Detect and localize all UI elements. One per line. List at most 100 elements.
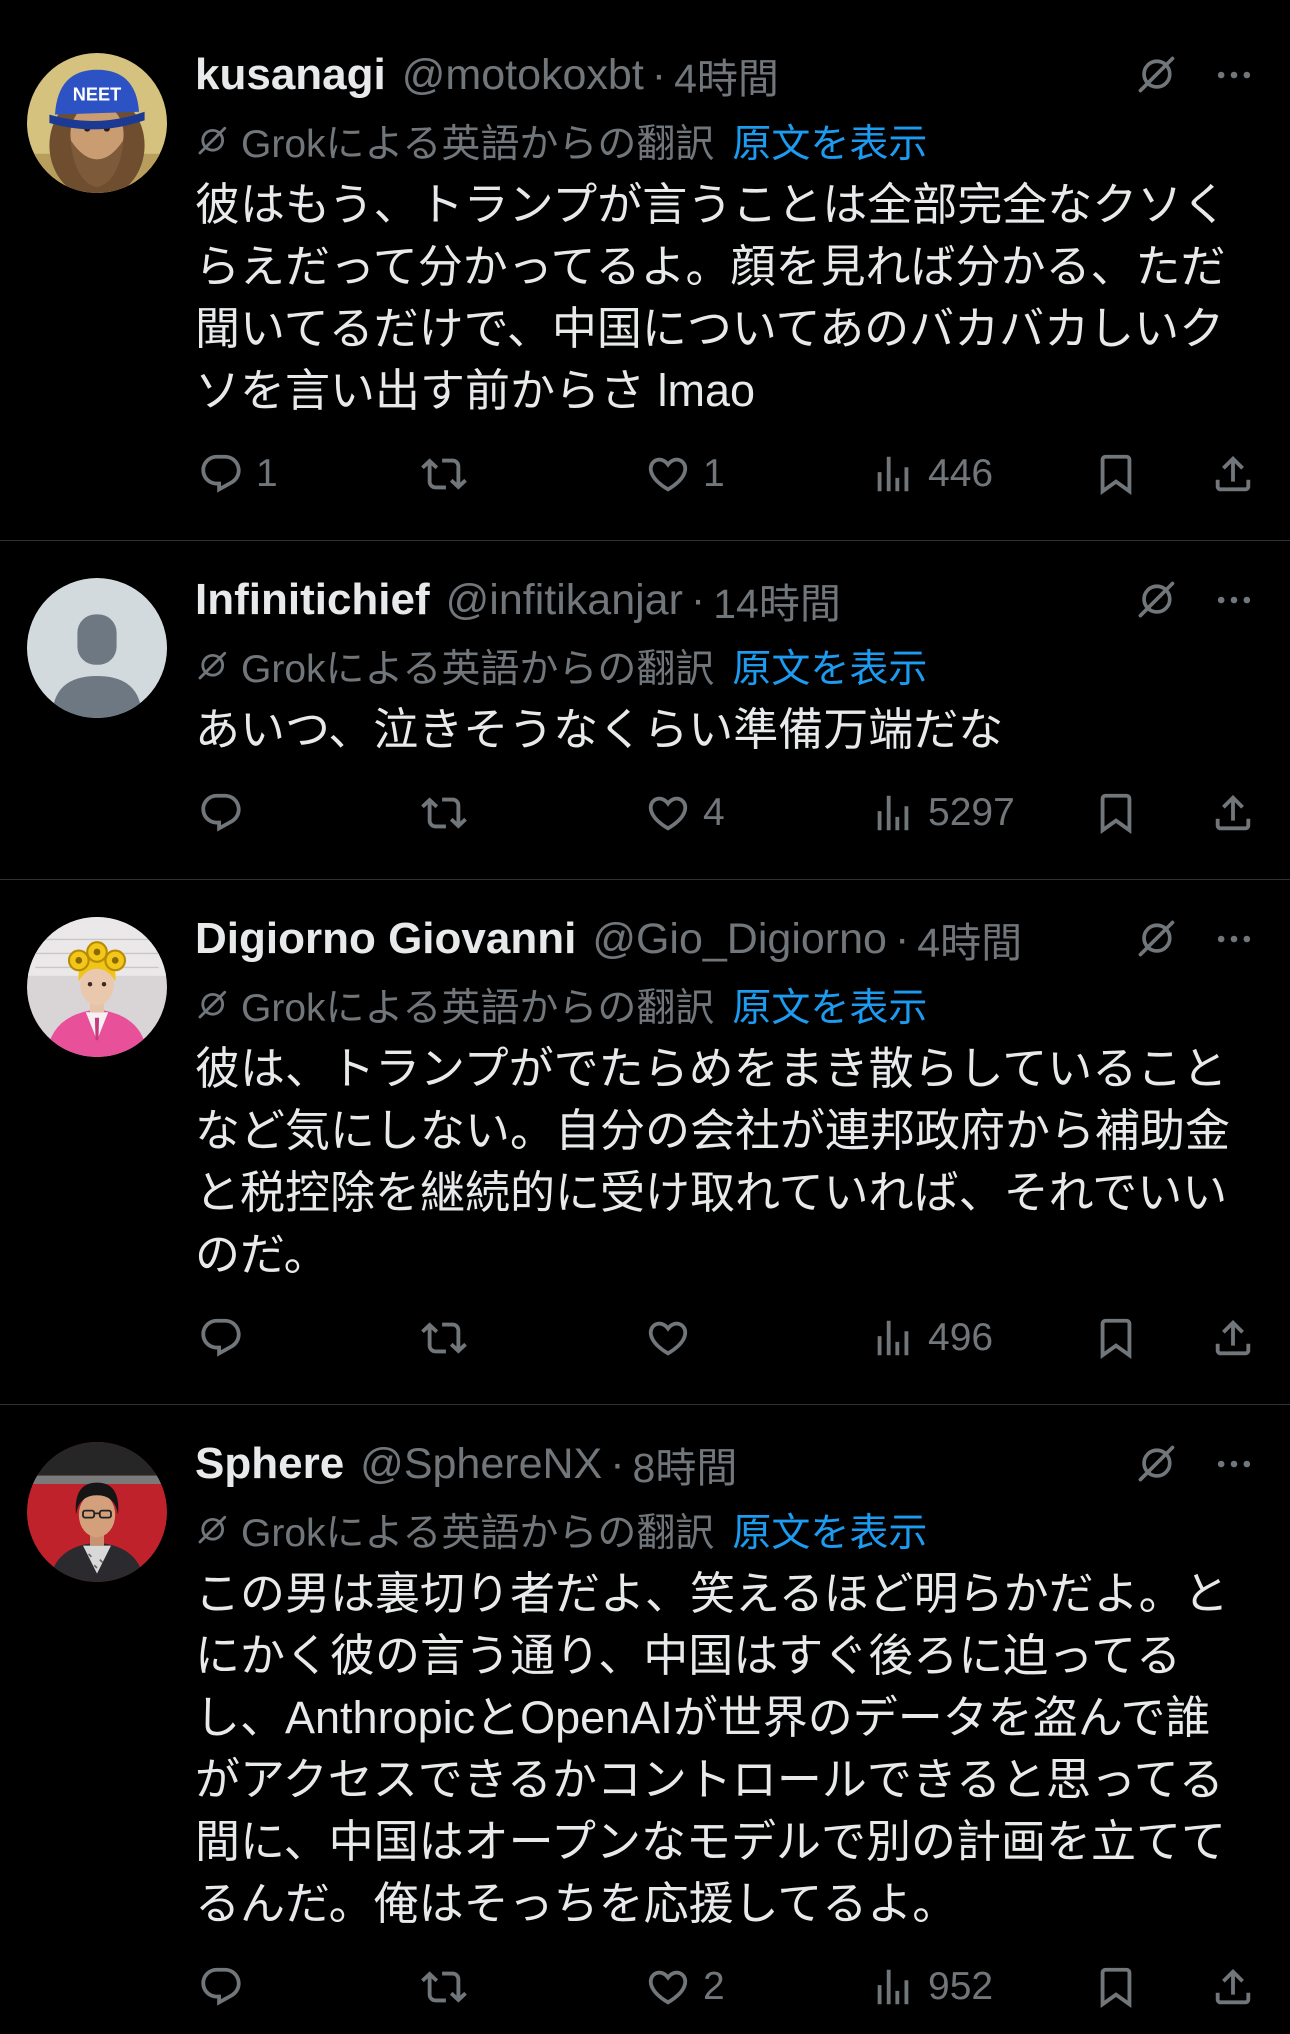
- views-count: 446: [928, 452, 994, 495]
- retweet-button[interactable]: [421, 1310, 467, 1366]
- more-button[interactable]: [1212, 1442, 1256, 1486]
- tweet-text-line: 間に、中国はオープンなモデルで別の計画を立てて: [195, 1816, 1226, 1867]
- display-name[interactable]: Sphere: [195, 1439, 344, 1489]
- timestamp[interactable]: 4時間: [917, 909, 1022, 969]
- views-button[interactable]: 952: [870, 1959, 993, 2015]
- timestamp[interactable]: 4時間: [674, 45, 779, 105]
- grok-button[interactable]: [1134, 1442, 1178, 1486]
- tweet-header: Sphere @SphereNX · 8時間: [195, 1431, 1290, 1497]
- translation-label: Grokによる英語からの翻訳: [241, 1512, 715, 1555]
- like-icon: [645, 1315, 691, 1361]
- more-icon: [1212, 578, 1256, 622]
- tweet-text-line: 聞いてるだけで、中国についてあのバカバカしいク: [195, 303, 1225, 354]
- bookmark-button[interactable]: [1093, 785, 1139, 841]
- show-original-link[interactable]: 原文を表示: [732, 977, 927, 1033]
- views-button[interactable]: 5297: [870, 785, 1015, 841]
- translation-bar: Grokによる英語からの翻訳 原文を表示: [195, 108, 1290, 174]
- share-button[interactable]: [1210, 446, 1256, 502]
- like-icon: [645, 790, 691, 836]
- avatar[interactable]: [27, 917, 167, 1057]
- tweet-text-line: ソを言い出す前からさ lmao: [195, 365, 756, 416]
- reply-count: 1: [256, 452, 278, 495]
- grok-icon: [1134, 917, 1178, 961]
- share-button[interactable]: [1210, 1310, 1256, 1366]
- more-icon: [1212, 917, 1256, 961]
- separator-dot: ·: [610, 1439, 625, 1488]
- default-avatar-image: [27, 578, 167, 718]
- views-icon: [870, 1964, 916, 2010]
- retweet-icon: [421, 451, 467, 497]
- tweet-text-line: にかく彼の言う通り、中国はすぐ後ろに迫ってる: [195, 1630, 1181, 1681]
- more-button[interactable]: [1212, 53, 1256, 97]
- avatar-cap-text: NEET: [73, 85, 122, 105]
- display-name[interactable]: Digiorno Giovanni: [195, 914, 576, 964]
- translation-bar: Grokによる英語からの翻訳 原文を表示: [195, 633, 1290, 699]
- handle[interactable]: @infitikanjar: [446, 576, 683, 625]
- timestamp[interactable]: 14時間: [713, 570, 841, 630]
- retweet-icon: [421, 1315, 467, 1361]
- like-button[interactable]: 2: [645, 1959, 725, 2015]
- grok-icon: [195, 124, 229, 158]
- tweet-text: あいつ、泣きそうなくらい準備万端だな: [195, 699, 1285, 761]
- separator-dot: ·: [651, 50, 667, 99]
- avatar-image: [27, 917, 167, 1057]
- tweet-text-line: この男は裏切り者だよ、笑えるほど明らかだよ。と: [195, 1568, 1229, 1619]
- like-button[interactable]: 1: [645, 446, 725, 502]
- handle[interactable]: @SphereNX: [360, 1440, 602, 1489]
- bookmark-icon: [1093, 1964, 1139, 2010]
- tweet-text-line: がアクセスできるかコントロールできると思ってる: [195, 1754, 1224, 1805]
- tweet[interactable]: NEET kusanagi @motokoxbt · 4時間 Grokによる英語…: [0, 0, 1290, 541]
- reply-button[interactable]: 1: [198, 446, 278, 502]
- reply-button[interactable]: [198, 785, 244, 841]
- grok-button[interactable]: [1134, 917, 1178, 961]
- tweet-text: 彼は、トランプがでたらめをまき散らしていること など気にしない。自分の会社が連邦…: [195, 1038, 1285, 1286]
- views-button[interactable]: 446: [870, 446, 993, 502]
- share-icon: [1210, 790, 1256, 836]
- reply-button[interactable]: [198, 1959, 244, 2015]
- tweet-text: 彼はもう、トランプが言うことは全部完全なクソく らえだって分かってるよ。顔を見れ…: [195, 174, 1285, 422]
- bookmark-button[interactable]: [1093, 1310, 1139, 1366]
- separator-dot: ·: [690, 575, 706, 624]
- retweet-button[interactable]: [421, 785, 467, 841]
- like-button[interactable]: [645, 1310, 691, 1366]
- tweet[interactable]: Sphere @SphereNX · 8時間 Grokによる英語からの翻訳 原文…: [0, 1405, 1290, 2015]
- retweet-icon: [421, 790, 467, 836]
- more-icon: [1212, 1442, 1256, 1486]
- avatar[interactable]: [27, 578, 167, 718]
- handle[interactable]: @Gio_Digiorno: [592, 915, 887, 964]
- share-button[interactable]: [1210, 1959, 1256, 2015]
- grok-button[interactable]: [1134, 53, 1178, 97]
- tweet[interactable]: Infinitichief @infitikanjar · 14時間 Grokに…: [0, 541, 1290, 880]
- show-original-link[interactable]: 原文を表示: [732, 638, 927, 694]
- tweet[interactable]: Digiorno Giovanni @Gio_Digiorno · 4時間 Gr…: [0, 880, 1290, 1405]
- views-button[interactable]: 496: [870, 1310, 993, 1366]
- retweet-button[interactable]: [421, 446, 467, 502]
- tweet-text-line: 彼はもう、トランプが言うことは全部完全なクソく: [195, 179, 1228, 230]
- timestamp[interactable]: 8時間: [633, 1434, 738, 1494]
- grok-icon: [195, 649, 229, 683]
- views-count: 5297: [928, 791, 1015, 834]
- show-original-link[interactable]: 原文を表示: [732, 113, 927, 169]
- action-bar: 4 5297: [195, 785, 1290, 841]
- display-name[interactable]: kusanagi: [195, 50, 386, 100]
- reply-icon: [198, 1964, 244, 2010]
- bookmark-button[interactable]: [1093, 446, 1139, 502]
- grok-button[interactable]: [1134, 578, 1178, 622]
- avatar[interactable]: [27, 1442, 167, 1582]
- show-original-link[interactable]: 原文を表示: [732, 1502, 927, 1558]
- views-count: 496: [928, 1316, 994, 1359]
- action-bar: 2 952: [195, 1959, 1290, 2015]
- translation-bar: Grokによる英語からの翻訳 原文を表示: [195, 1497, 1290, 1563]
- display-name[interactable]: Infinitichief: [195, 575, 430, 625]
- more-button[interactable]: [1212, 578, 1256, 622]
- share-icon: [1210, 1315, 1256, 1361]
- bookmark-button[interactable]: [1093, 1959, 1139, 2015]
- like-button[interactable]: 4: [645, 785, 725, 841]
- avatar[interactable]: NEET: [27, 53, 167, 193]
- handle[interactable]: @motokoxbt: [402, 51, 644, 100]
- tweet-text-line: あいつ、泣きそうなくらい準備万端だな: [195, 704, 1004, 755]
- retweet-button[interactable]: [421, 1959, 467, 2015]
- share-button[interactable]: [1210, 785, 1256, 841]
- more-button[interactable]: [1212, 917, 1256, 961]
- reply-button[interactable]: [198, 1310, 244, 1366]
